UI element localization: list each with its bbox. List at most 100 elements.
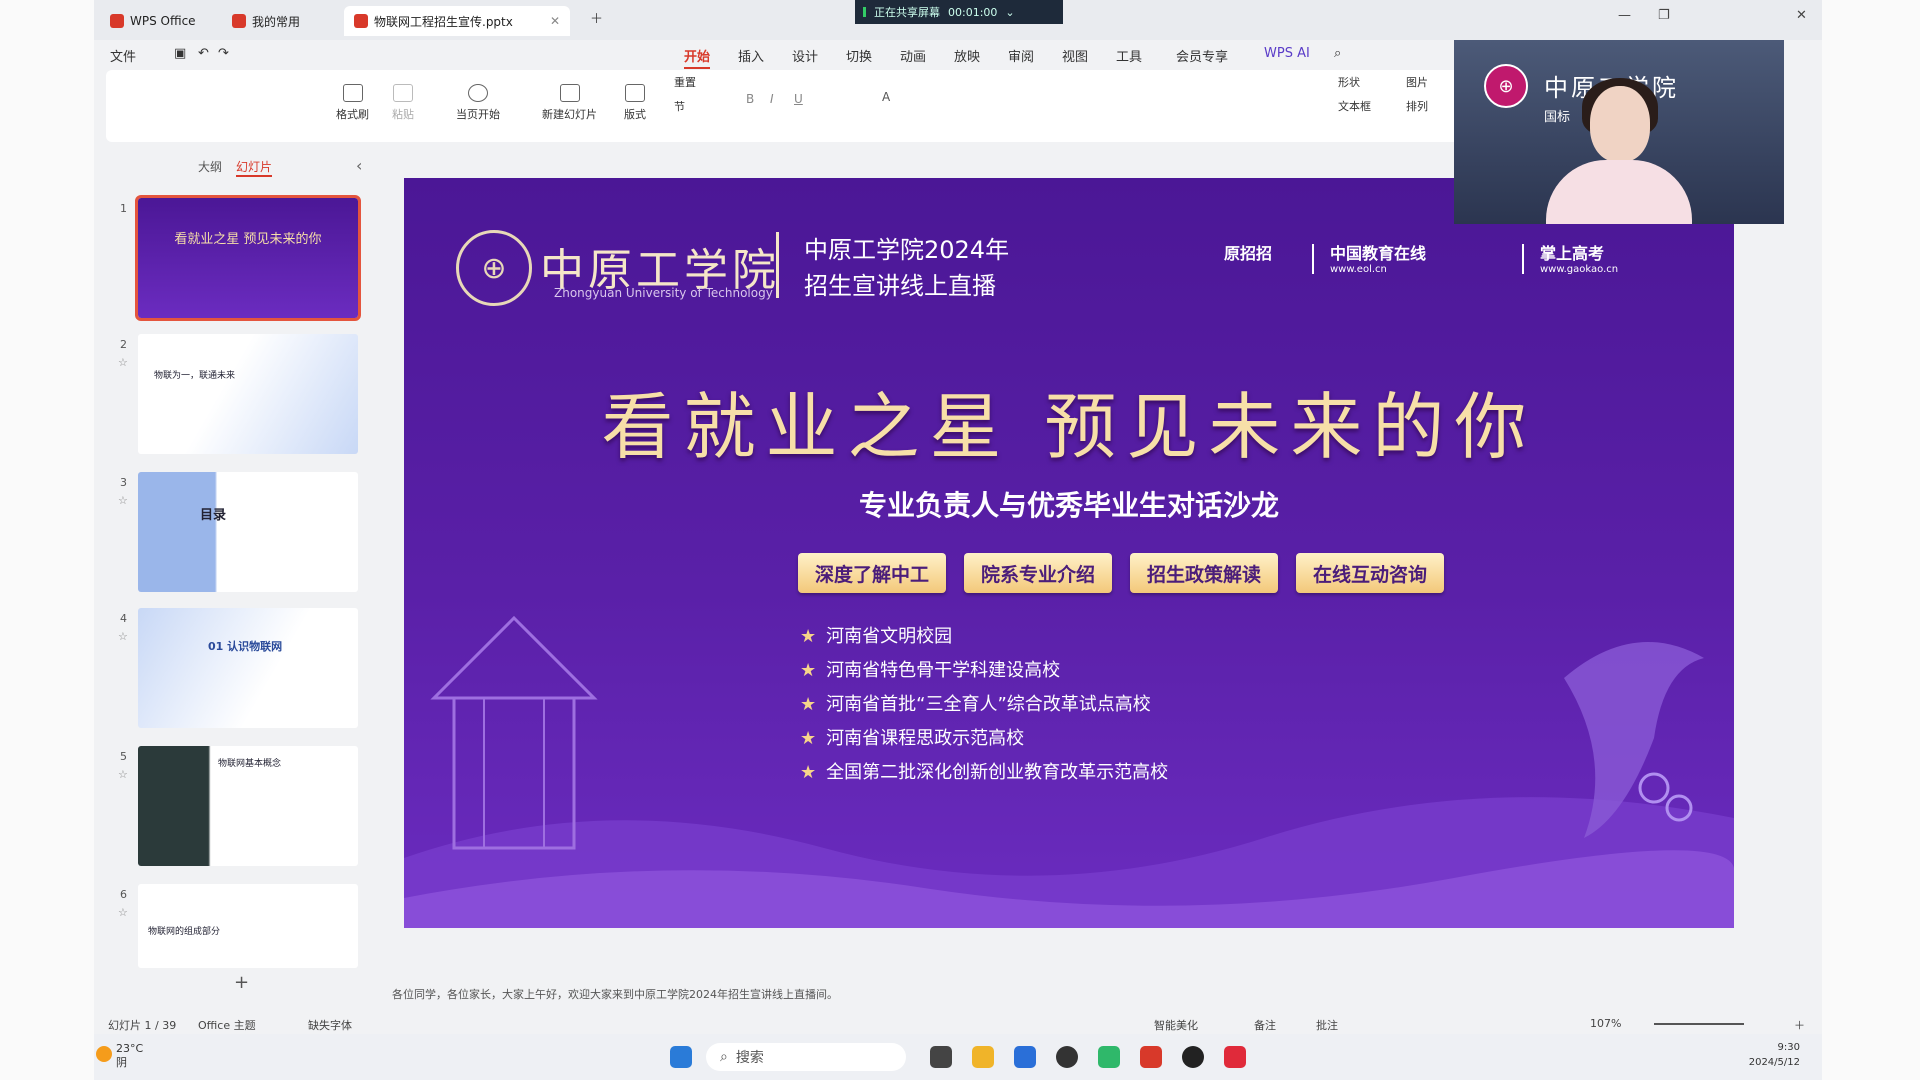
dell-icon[interactable] — [1056, 1046, 1078, 1068]
file-explorer-icon[interactable] — [972, 1046, 994, 1068]
menu-home[interactable]: 开始 — [684, 46, 711, 69]
menu-animation[interactable]: 动画 — [900, 46, 926, 65]
speaker-notes[interactable]: 各位同学，各位家长，大家上午好，欢迎大家来到中原工学院2024年招生宣讲线上直播… — [392, 986, 838, 1002]
screen-share-indicator[interactable]: 正在共享屏幕 00:01:00 ⌄ — [855, 0, 1063, 24]
star-icon[interactable]: ☆ — [118, 356, 128, 369]
section-button[interactable]: 节 — [674, 98, 685, 114]
slide-thumb-2[interactable]: 物联为一，联通未来 — [138, 334, 358, 454]
new-tab-button[interactable]: ＋ — [590, 8, 603, 27]
star-icon: ★ — [800, 694, 817, 715]
font-color-button[interactable]: A — [882, 90, 890, 104]
textbox-button[interactable]: 文本框 — [1338, 98, 1371, 114]
taskbar-search[interactable]: ⌕ 搜索 — [706, 1043, 906, 1071]
theme-name[interactable]: Office 主题 — [198, 1017, 256, 1033]
minimize-button[interactable]: — — [1618, 8, 1631, 23]
slide-thumb-5[interactable]: 物联网基本概念 — [138, 746, 358, 866]
search-icon[interactable]: ⌕ — [1334, 46, 1341, 61]
event-title: 中原工学院2024年 招生宣讲线上直播 — [804, 232, 1009, 304]
restore-button[interactable]: ❐ — [1658, 8, 1670, 23]
partner-name: 中国教育在线 — [1330, 244, 1427, 263]
signal-icon — [863, 7, 866, 17]
notes-button[interactable]: 备注 — [1254, 1017, 1276, 1033]
list-item: ★ 河南省文明校园 — [800, 620, 1168, 654]
button-label: 重置 — [674, 76, 696, 89]
format-painter-button[interactable]: 格式刷 — [336, 84, 369, 122]
layout-button[interactable]: 版式 — [624, 84, 646, 122]
arrange-button[interactable]: 排列 — [1406, 98, 1428, 114]
menu-transition[interactable]: 切换 — [846, 46, 872, 65]
tab-slides[interactable]: 幻灯片 — [236, 158, 273, 177]
save-icon[interactable]: ▣ — [174, 46, 186, 61]
tab-wps-office[interactable]: WPS Office — [100, 6, 216, 36]
file-menu[interactable]: 文件 — [110, 46, 136, 65]
close-tab-icon[interactable]: ✕ — [550, 14, 560, 28]
paste-button[interactable]: 粘贴 — [392, 84, 414, 122]
close-window-button[interactable]: ✕ — [1796, 8, 1807, 23]
slide-canvas[interactable]: ⊕ 中原工学院 Zhongyuan University of Technolo… — [404, 178, 1734, 928]
add-slide-button[interactable]: + — [234, 972, 249, 993]
presenter-body — [1546, 160, 1692, 224]
tab-outline[interactable]: 大纲 — [198, 158, 222, 177]
redo-icon[interactable]: ↷ — [218, 46, 229, 61]
store-icon[interactable] — [1014, 1046, 1036, 1068]
tab-pptx-file[interactable]: 物联网工程招生宣传.pptx ✕ — [344, 6, 570, 36]
partner-logo-3: 掌上高考 www.gaokao.cn — [1540, 240, 1618, 275]
zoom-in-button[interactable]: ＋ — [1794, 1017, 1805, 1033]
underline-button[interactable]: U — [794, 92, 803, 106]
button-label: 当页开始 — [456, 108, 500, 121]
menu-slideshow[interactable]: 放映 — [954, 46, 980, 65]
italic-button[interactable]: I — [770, 92, 774, 106]
star-icon[interactable]: ☆ — [118, 906, 128, 919]
menu-member[interactable]: 会员专享 — [1176, 46, 1228, 65]
task-view-icon[interactable] — [930, 1046, 952, 1068]
webcam-tag: 国标 — [1544, 110, 1571, 125]
zoom-slider[interactable] — [1654, 1023, 1744, 1025]
star-icon[interactable]: ☆ — [118, 768, 128, 781]
wps-ai-button[interactable]: WPS AI — [1264, 46, 1310, 61]
zoom-level[interactable]: 107% — [1590, 1017, 1621, 1030]
new-slide-button[interactable]: 新建幻灯片 — [542, 84, 597, 122]
weather-widget[interactable]: 23°C 阴 — [116, 1042, 143, 1070]
slide-button-policy: 招生政策解读 — [1130, 553, 1278, 593]
collapse-panel-icon[interactable]: ‹ — [356, 156, 362, 175]
shape-button[interactable]: 形状 — [1338, 74, 1360, 90]
undo-icon[interactable]: ↶ — [198, 46, 209, 61]
slide-thumb-4[interactable]: 01 认识物联网 — [138, 608, 358, 728]
slide-thumb-1[interactable]: 看就业之星 预见未来的你 — [135, 195, 361, 321]
play-from-current-button[interactable]: 当页开始 — [456, 84, 500, 122]
bold-button[interactable]: B — [746, 92, 754, 106]
star-icon[interactable]: ☆ — [118, 630, 128, 643]
media-player-icon[interactable] — [1182, 1046, 1204, 1068]
star-icon[interactable]: ☆ — [118, 494, 128, 507]
system-clock[interactable]: 9:30 2024/5/12 — [1749, 1040, 1800, 1070]
missing-font-button[interactable]: 缺失字体 — [308, 1017, 352, 1033]
slide-thumb-3[interactable]: 目录 — [138, 472, 358, 592]
partner-name: 掌上高考 — [1540, 244, 1605, 263]
share-timer: 00:01:00 — [948, 5, 998, 19]
sidebar-tabs: 大纲 幻灯片 — [198, 158, 273, 177]
thumb-caption: 物联网的组成部分 — [148, 927, 221, 937]
brush-icon — [342, 84, 363, 102]
menu-insert[interactable]: 插入 — [738, 46, 764, 65]
menu-review[interactable]: 审阅 — [1008, 46, 1034, 65]
menu-view[interactable]: 视图 — [1062, 46, 1088, 65]
honor-text: 河南省文明校园 — [826, 626, 953, 647]
browser-icon[interactable] — [1098, 1046, 1120, 1068]
menu-design[interactable]: 设计 — [792, 46, 818, 65]
app-icon[interactable] — [1224, 1046, 1246, 1068]
thumb-caption: 目录 — [200, 508, 227, 523]
chevron-down-icon[interactable]: ⌄ — [1005, 6, 1014, 19]
left-margin — [0, 0, 94, 1080]
comments-button[interactable]: 批注 — [1316, 1017, 1338, 1033]
tab-my-common[interactable]: 我的常用 — [222, 6, 334, 36]
divider — [1312, 244, 1314, 274]
start-icon[interactable] — [670, 1046, 692, 1068]
reset-button[interactable]: 重置 — [674, 74, 696, 90]
slide-thumb-6[interactable]: 物联网的组成部分 — [138, 884, 358, 968]
wps-taskbar-icon[interactable] — [1140, 1046, 1162, 1068]
beautify-button[interactable]: 智能美化 — [1154, 1017, 1198, 1033]
button-label: 节 — [674, 100, 685, 113]
picture-button[interactable]: 图片 — [1406, 74, 1428, 90]
tab-bar: WPS Office 我的常用 物联网工程招生宣传.pptx ✕ ＋ 正在共享屏… — [94, 0, 1822, 40]
menu-tools[interactable]: 工具 — [1116, 46, 1142, 65]
